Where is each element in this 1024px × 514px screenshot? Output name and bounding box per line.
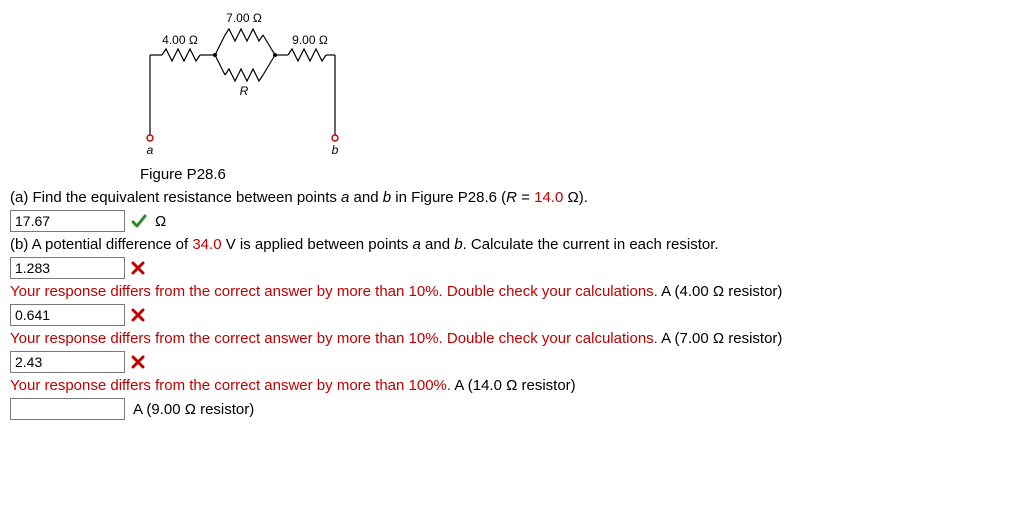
circuit-svg: 7.00 Ω 4.00 Ω 9.00 Ω R a b [140, 10, 360, 160]
hint2-text: A (7.00 Ω resistor) [658, 330, 783, 347]
part-a-prompt: (a) Find the equivalent resistance betwe… [10, 189, 1014, 206]
r-bottom-label: R [240, 84, 249, 98]
x-icon [131, 355, 145, 369]
part-b-answer2-row [10, 304, 1014, 326]
node-a-label: a [147, 143, 154, 157]
part-b-prompt: (b) A potential difference of 34.0 V is … [10, 236, 1014, 253]
part-a-text-2: in Figure P28.6 ( [391, 189, 506, 206]
part-b-a: a [413, 236, 421, 253]
node-b-label: b [332, 143, 339, 157]
part-b-input-4[interactable] [10, 398, 125, 420]
r-right-label: 9.00 Ω [292, 33, 328, 47]
part-a-R: R [506, 189, 517, 206]
part-b-answer1-row [10, 257, 1014, 279]
hint4-text: A (9.00 Ω resistor) [133, 401, 254, 418]
part-b-input-2[interactable] [10, 304, 125, 326]
feedback3-text: Your response differs from the correct a… [10, 377, 451, 394]
part-b-feedback-2: Your response differs from the correct a… [10, 330, 1014, 347]
circuit-figure: 7.00 Ω 4.00 Ω 9.00 Ω R a b [140, 10, 1014, 160]
part-a-text-1: (a) Find the equivalent resistance betwe… [10, 189, 341, 206]
part-a-R-unit: Ω). [563, 189, 588, 206]
hint3-text: A (14.0 Ω resistor) [451, 377, 576, 394]
x-icon [131, 261, 145, 275]
part-a-answer-row: Ω [10, 210, 1014, 232]
part-b-and: and [421, 236, 454, 253]
figure-caption: Figure P28.6 [140, 166, 1014, 183]
part-b-text-1: (b) A potential difference of [10, 236, 192, 253]
part-b-input-3[interactable] [10, 351, 125, 373]
part-b-feedback-3: Your response differs from the correct a… [10, 377, 1014, 394]
x-icon [131, 308, 145, 322]
part-a-R-value: 14.0 [534, 189, 563, 206]
part-b-text-3: . Calculate the current in each resistor… [463, 236, 719, 253]
part-b-input-1[interactable] [10, 257, 125, 279]
part-a-input[interactable] [10, 210, 125, 232]
check-icon [131, 213, 147, 229]
hint1-text: A (4.00 Ω resistor) [658, 283, 783, 300]
part-b-text-2: V is applied between points [222, 236, 413, 253]
part-b-answer4-row: A (9.00 Ω resistor) [10, 398, 1014, 420]
part-a-eq: = [517, 189, 534, 206]
r-top-label: 7.00 Ω [226, 11, 262, 25]
part-a-unit: Ω [155, 213, 166, 230]
part-b-feedback-1: Your response differs from the correct a… [10, 283, 1014, 300]
part-b-b: b [454, 236, 462, 253]
part-a-b: b [383, 189, 391, 206]
r-left-label: 4.00 Ω [162, 33, 198, 47]
feedback1-text: Your response differs from the correct a… [10, 283, 658, 300]
part-b-V-value: 34.0 [192, 236, 221, 253]
feedback2-text: Your response differs from the correct a… [10, 330, 658, 347]
part-a-and: and [349, 189, 382, 206]
part-b-answer3-row [10, 351, 1014, 373]
